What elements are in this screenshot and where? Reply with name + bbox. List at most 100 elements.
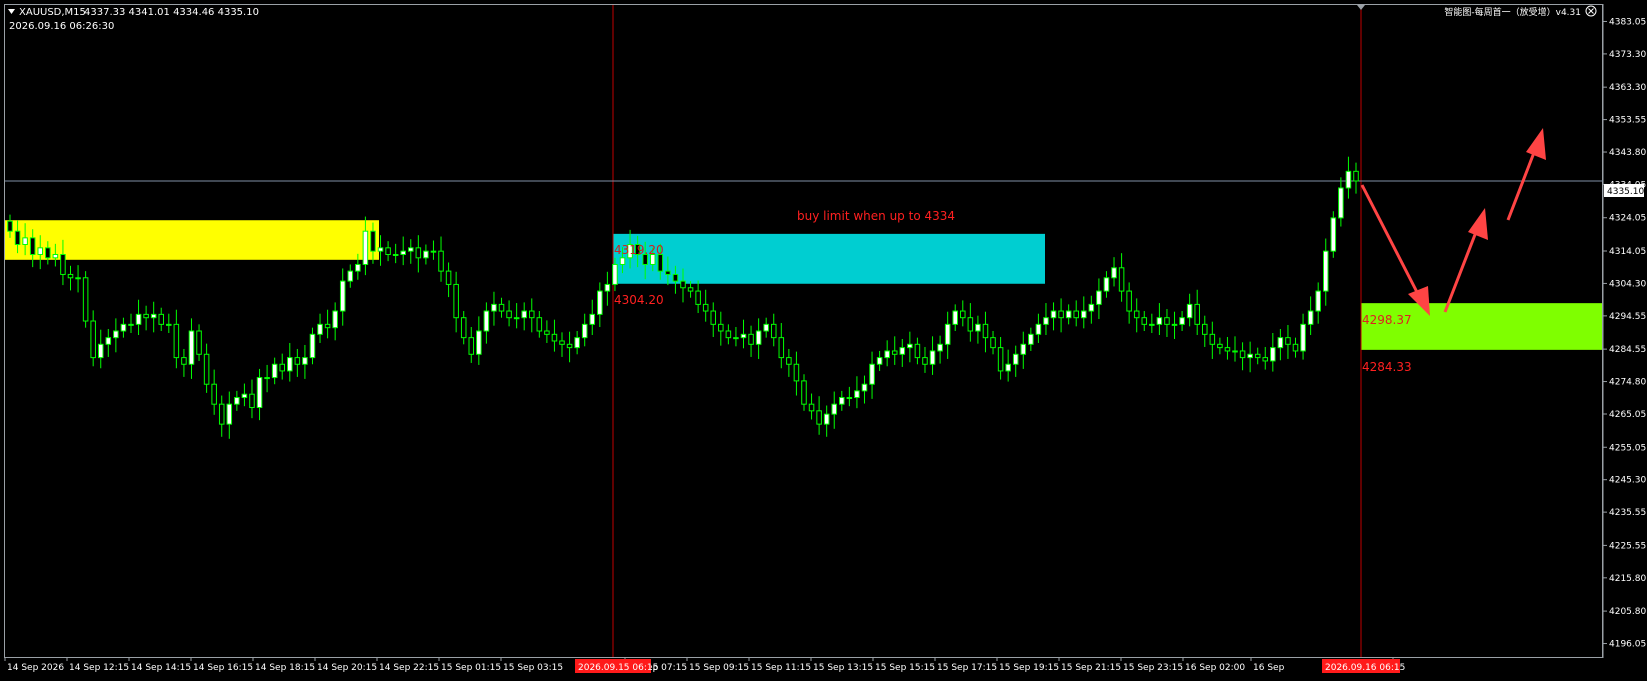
candle-body bbox=[453, 283, 459, 319]
price-tick-label: 4265.05 bbox=[1609, 410, 1646, 420]
candle-body bbox=[317, 323, 323, 335]
candle-body bbox=[710, 310, 717, 325]
candle-body bbox=[120, 323, 127, 332]
candle-body bbox=[869, 363, 875, 385]
candle-body bbox=[718, 323, 724, 332]
candle-body bbox=[52, 253, 59, 259]
candle-body bbox=[929, 350, 936, 365]
candle-body bbox=[14, 230, 21, 246]
arrow-up-icon-1 bbox=[1443, 208, 1488, 313]
triangle-down-icon[interactable] bbox=[8, 9, 15, 14]
price-tick-label: 4314.05 bbox=[1609, 247, 1646, 257]
time-tick-label: 16 Sep 02:00 bbox=[1185, 663, 1245, 673]
server-datetime: 2026.09.16 06:26:30 bbox=[9, 21, 114, 32]
candle-body bbox=[1149, 323, 1155, 326]
time-tick-label: 15 Sep 01:15 bbox=[441, 663, 501, 673]
candle-body bbox=[423, 250, 429, 259]
candle-body bbox=[831, 403, 838, 415]
close-circle-icon[interactable] bbox=[1585, 5, 1597, 17]
candle-body bbox=[45, 247, 51, 259]
time-tick-label: 15 Sep 09:15 bbox=[689, 663, 749, 673]
candle-body bbox=[29, 237, 36, 255]
candle-body bbox=[1005, 363, 1011, 372]
candle-body bbox=[143, 313, 149, 319]
candle-body bbox=[218, 403, 225, 425]
candle-body bbox=[1088, 303, 1095, 312]
candle-body bbox=[438, 250, 444, 272]
time-tick-label: 14 Sep 12:15 bbox=[69, 663, 129, 673]
price-tick-label: 4373.30 bbox=[1609, 50, 1646, 60]
time-tick-label: 15 Sep 19:15 bbox=[999, 663, 1059, 673]
candle-body bbox=[355, 263, 361, 272]
candle-body bbox=[1126, 290, 1132, 312]
candle-body bbox=[1133, 310, 1140, 319]
time-tick-label: 16 Sep bbox=[1253, 663, 1285, 673]
candle-body bbox=[1179, 317, 1185, 325]
shift-marker-icon[interactable] bbox=[1357, 5, 1365, 10]
candle-body bbox=[1096, 290, 1102, 305]
candle-body bbox=[476, 330, 482, 355]
candle-body bbox=[1186, 303, 1193, 319]
time-marker-label-2: 2026.09.16 06:15 bbox=[1325, 663, 1405, 673]
candle-body bbox=[566, 343, 573, 349]
candle-body bbox=[249, 393, 255, 409]
candle-body bbox=[899, 347, 906, 355]
candle-body bbox=[1322, 250, 1329, 292]
price-chart[interactable]: buy limit when up to 4334 4319.20 4304.2… bbox=[0, 0, 1647, 681]
candle-body bbox=[1164, 317, 1170, 325]
candle-body bbox=[1194, 303, 1200, 325]
candle-body bbox=[619, 257, 626, 265]
candle-body bbox=[672, 273, 679, 282]
candle-body bbox=[400, 250, 406, 255]
candle-body bbox=[332, 310, 338, 329]
candle-body bbox=[1050, 310, 1057, 319]
price-tick-label: 4274.80 bbox=[1609, 378, 1646, 388]
time-tick-label: 15 Sep 15:15 bbox=[875, 663, 935, 673]
candle-body bbox=[748, 333, 754, 345]
candle-body bbox=[1338, 187, 1344, 219]
candle-body bbox=[483, 310, 490, 332]
price-tick-label: 4304.30 bbox=[1609, 279, 1646, 289]
candle-body bbox=[1277, 337, 1284, 349]
candle-body bbox=[460, 317, 467, 339]
arrow-down-icon bbox=[1360, 184, 1430, 316]
candle-body bbox=[839, 397, 845, 405]
candle-body bbox=[725, 330, 732, 339]
candle-body bbox=[967, 317, 974, 332]
price-tick-label: 4284.55 bbox=[1609, 345, 1646, 355]
candle-body bbox=[944, 323, 951, 345]
candle-body bbox=[1020, 343, 1027, 355]
candle-body bbox=[1285, 337, 1291, 345]
candle-body bbox=[196, 330, 202, 355]
time-tick-label: 14 Sep 16:15 bbox=[193, 663, 253, 673]
candle-body bbox=[891, 350, 898, 355]
candle-body bbox=[150, 313, 157, 319]
candle-body bbox=[203, 353, 210, 385]
candle-body bbox=[22, 237, 28, 246]
price-tick-label: 4235.55 bbox=[1609, 508, 1646, 518]
buy-limit-note: buy limit when up to 4334 bbox=[797, 209, 955, 223]
price-tick-label: 4196.05 bbox=[1609, 640, 1646, 650]
candle-body bbox=[846, 397, 853, 400]
time-tick-label: 15 Sep 23:15 bbox=[1123, 663, 1183, 673]
price-tick-label: 4215.80 bbox=[1609, 574, 1646, 584]
candle-body bbox=[1209, 333, 1216, 345]
candle-body bbox=[801, 380, 807, 405]
candle-body bbox=[181, 357, 187, 365]
candle-body bbox=[158, 313, 165, 325]
candle-body bbox=[347, 270, 354, 282]
candle-body bbox=[1239, 350, 1246, 359]
candle-body bbox=[952, 310, 958, 325]
candle-body bbox=[922, 357, 928, 365]
candle-body bbox=[1330, 217, 1337, 252]
yellow-supply-zone[interactable] bbox=[5, 220, 379, 260]
candle-body bbox=[1262, 357, 1269, 362]
candle-body bbox=[60, 253, 66, 275]
candle-body bbox=[166, 323, 172, 326]
candle-body bbox=[755, 330, 762, 345]
candle-body bbox=[241, 393, 248, 399]
candle-body bbox=[854, 390, 860, 399]
candle-body bbox=[279, 363, 285, 372]
candle-body bbox=[861, 383, 868, 392]
candle-body bbox=[271, 363, 278, 379]
